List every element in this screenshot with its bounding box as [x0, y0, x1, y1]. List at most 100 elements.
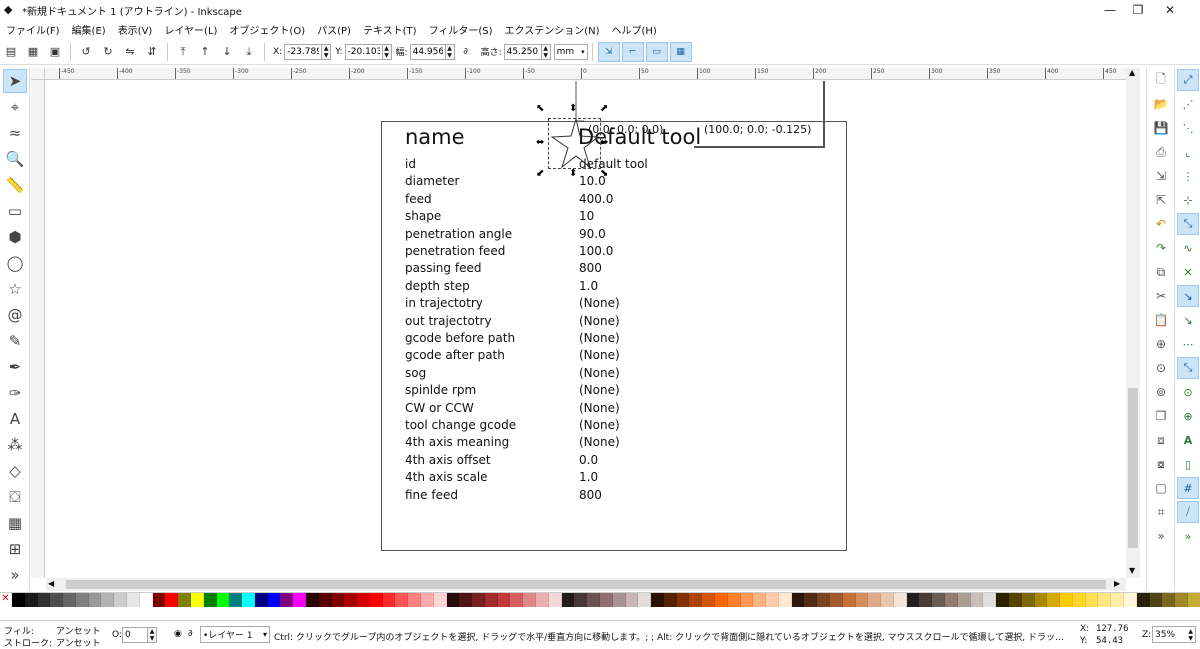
- parameter-value[interactable]: (None): [579, 366, 620, 380]
- color-swatch[interactable]: [216, 593, 230, 607]
- close-button[interactable]: ✕: [1152, 0, 1188, 20]
- y-input[interactable]: [344, 43, 383, 60]
- color-swatch[interactable]: [574, 593, 588, 607]
- stroke-value[interactable]: アンセット: [56, 636, 101, 649]
- parameter-label[interactable]: gcode before path: [405, 331, 515, 345]
- snap-path-icon[interactable]: ∿: [1177, 237, 1199, 259]
- color-swatch[interactable]: [1187, 593, 1200, 607]
- menu-object[interactable]: オブジェクト(O): [229, 22, 305, 37]
- scroll-right-icon[interactable]: ▶: [1114, 579, 1120, 588]
- zoom-page-icon[interactable]: ⊚: [1150, 381, 1172, 403]
- calligraphy-tool-icon[interactable]: ✑: [3, 381, 27, 405]
- parameter-label[interactable]: diameter: [405, 174, 459, 188]
- color-swatch[interactable]: [88, 593, 102, 607]
- raise-icon[interactable]: ↑: [195, 42, 215, 62]
- move-gradients-icon[interactable]: ▭: [645, 41, 668, 62]
- width-input[interactable]: [409, 43, 446, 60]
- zoom-spinner[interactable]: ▲ ▼: [1188, 628, 1193, 642]
- zoom-field[interactable]: 35% ▲ ▼: [1152, 626, 1196, 643]
- parameter-label[interactable]: penetration angle: [405, 227, 512, 241]
- color-swatch[interactable]: [127, 593, 140, 607]
- snap-grid-icon[interactable]: #: [1177, 477, 1199, 499]
- text-tool-icon[interactable]: A: [3, 407, 27, 431]
- color-swatch[interactable]: [50, 593, 64, 607]
- color-swatch[interactable]: [957, 593, 971, 607]
- zoom-tool-icon[interactable]: 🔍: [3, 147, 27, 171]
- color-swatch[interactable]: [1149, 593, 1163, 607]
- parameter-value[interactable]: 10.0: [579, 174, 606, 188]
- scale-corners-icon[interactable]: ⌐: [621, 41, 644, 62]
- parameter-label[interactable]: tool change gcode: [405, 418, 516, 432]
- snap-others-icon[interactable]: ⤡: [1177, 357, 1199, 379]
- color-swatch[interactable]: [830, 593, 843, 607]
- rectangle-tool-icon[interactable]: ▭: [3, 199, 27, 223]
- color-swatch[interactable]: [190, 593, 204, 607]
- snap-midpoint-icon[interactable]: ⋯: [1177, 333, 1199, 355]
- color-swatch[interactable]: [318, 593, 332, 607]
- color-swatch[interactable]: [305, 593, 319, 607]
- gradient-tool-icon[interactable]: ▦: [3, 511, 27, 535]
- color-swatch[interactable]: [651, 593, 664, 607]
- parameter-value[interactable]: (None): [579, 418, 620, 432]
- color-swatch[interactable]: [472, 593, 485, 607]
- color-swatch[interactable]: [689, 593, 703, 607]
- snap-text-baseline-icon[interactable]: A: [1177, 429, 1199, 451]
- color-swatch[interactable]: [254, 593, 268, 607]
- no-paint-swatch[interactable]: ✕: [0, 593, 12, 607]
- maximize-button[interactable]: ❐: [1120, 0, 1156, 20]
- color-swatch[interactable]: [280, 593, 294, 607]
- layer-select[interactable]: •レイヤー 1 ▾: [200, 626, 270, 643]
- color-swatch[interactable]: [382, 593, 396, 607]
- parameter-value[interactable]: 400.0: [579, 192, 613, 206]
- color-swatch[interactable]: [1047, 593, 1061, 607]
- parameter-value[interactable]: (None): [579, 401, 620, 415]
- color-swatch[interactable]: [152, 593, 166, 607]
- menu-view[interactable]: 表示(V): [118, 22, 153, 37]
- color-swatch[interactable]: [766, 593, 779, 607]
- color-swatch[interactable]: [12, 593, 25, 607]
- spiral-tool-icon[interactable]: @: [3, 303, 27, 327]
- color-swatch[interactable]: [638, 593, 652, 607]
- color-swatch[interactable]: [906, 593, 920, 607]
- color-swatch[interactable]: [842, 593, 856, 607]
- parameter-value[interactable]: (None): [579, 331, 620, 345]
- menu-help[interactable]: ヘルプ(H): [612, 22, 657, 37]
- parameter-value[interactable]: (None): [579, 348, 620, 362]
- paste-icon[interactable]: 📋: [1150, 309, 1172, 331]
- ungroup-icon[interactable]: ⌗: [1150, 501, 1172, 523]
- menu-file[interactable]: ファイル(F): [6, 22, 60, 37]
- selector-tool-icon[interactable]: ➤: [3, 69, 27, 93]
- color-swatch[interactable]: [587, 593, 600, 607]
- color-swatch[interactable]: [1085, 593, 1099, 607]
- menu-layer[interactable]: レイヤー(L): [164, 22, 217, 37]
- scroll-down-icon[interactable]: ▼: [1129, 566, 1135, 575]
- menu-path[interactable]: パス(P): [317, 22, 351, 37]
- color-swatch[interactable]: [203, 593, 217, 607]
- color-swatch[interactable]: [63, 593, 76, 607]
- snap-path-intersection-icon[interactable]: ✕: [1177, 261, 1199, 283]
- parameter-label[interactable]: sog: [405, 366, 426, 380]
- snap-rotation-center-icon[interactable]: ⊕: [1177, 405, 1199, 427]
- parameter-value[interactable]: (None): [579, 314, 620, 328]
- deselect-icon[interactable]: ▣: [45, 42, 65, 62]
- color-swatch[interactable]: [1072, 593, 1086, 607]
- unit-select[interactable]: mm ▾: [553, 43, 588, 60]
- star-tool-icon[interactable]: ☆: [3, 277, 27, 301]
- color-swatch[interactable]: [165, 593, 179, 607]
- color-swatch[interactable]: [114, 593, 128, 607]
- color-swatch[interactable]: [599, 593, 613, 607]
- color-swatch[interactable]: [881, 593, 894, 607]
- select-all-icon[interactable]: ▤: [1, 42, 21, 62]
- copy-icon[interactable]: ⧉: [1150, 261, 1172, 283]
- parameter-value[interactable]: (None): [579, 296, 620, 310]
- open-icon[interactable]: 📂: [1150, 93, 1172, 115]
- snap-bbox-midpoint-icon[interactable]: ⋮: [1177, 165, 1199, 187]
- color-swatch[interactable]: [791, 593, 805, 607]
- redo-icon[interactable]: ↷: [1150, 237, 1172, 259]
- menu-edit[interactable]: 編集(E): [72, 22, 106, 37]
- color-swatch[interactable]: [139, 593, 153, 607]
- select-all-layers-icon[interactable]: ▦: [23, 42, 43, 62]
- color-swatch[interactable]: [229, 593, 243, 607]
- color-swatch[interactable]: [548, 593, 562, 607]
- lower-to-bottom-icon[interactable]: ⤓: [239, 42, 259, 62]
